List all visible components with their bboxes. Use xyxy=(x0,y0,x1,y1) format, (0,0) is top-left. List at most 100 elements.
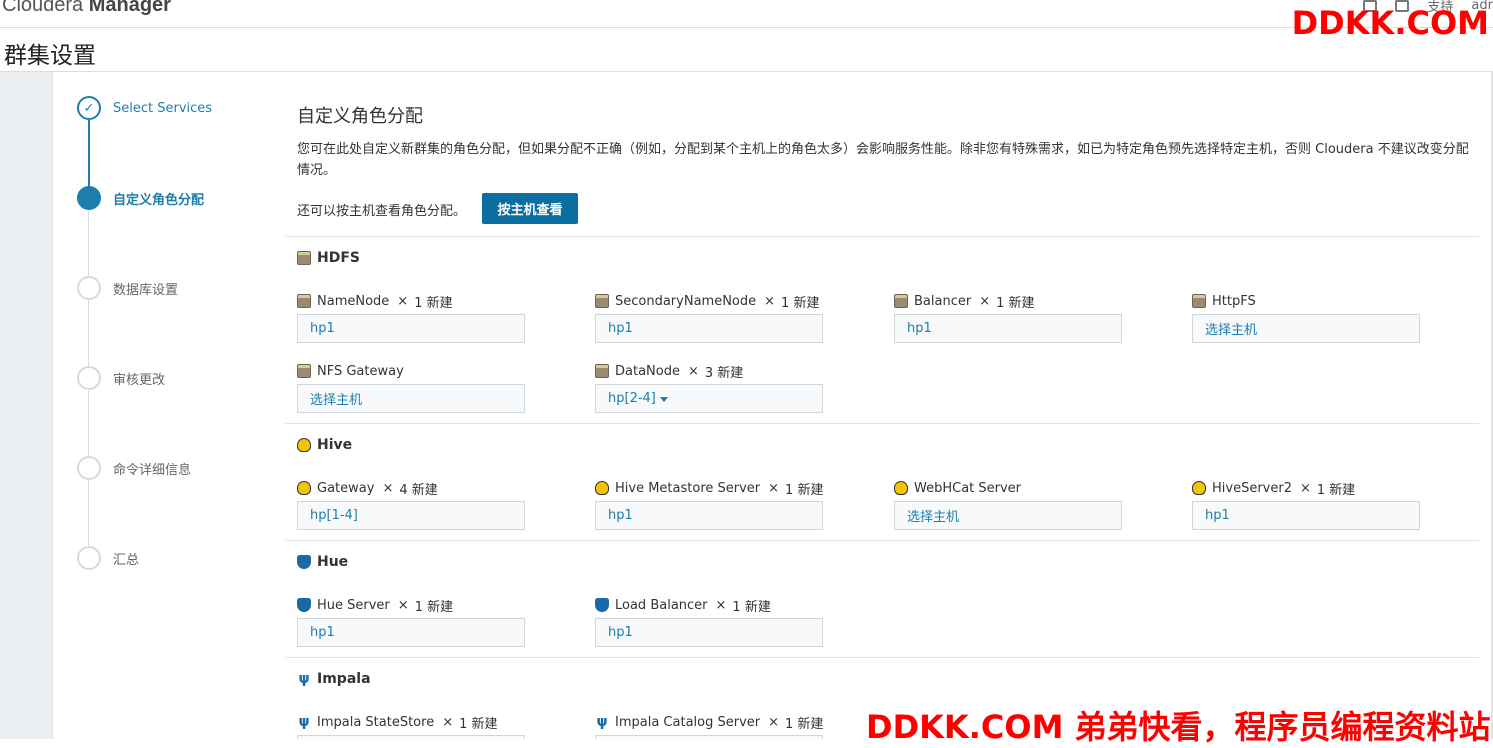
pending-step-icon xyxy=(77,276,101,300)
host-value: 选择主机 xyxy=(310,393,363,408)
hdfs-icon xyxy=(595,364,609,378)
app-brand[interactable]: Cloudera Manager xyxy=(2,0,171,17)
host-selector[interactable] xyxy=(595,735,823,739)
brand-light: Cloudera xyxy=(2,0,89,16)
service-header-impala: ψ Impala xyxy=(297,671,371,687)
host-value: hp[1-4] xyxy=(310,508,358,523)
role-count: 1 新建 xyxy=(785,716,824,732)
hdfs-icon xyxy=(297,294,311,308)
host-value: hp1 xyxy=(1205,508,1230,523)
role-name: DataNode xyxy=(615,363,680,379)
role-assignment-panel: 自定义角色分配 您可在此处自定义新群集的角色分配，但如果分配不正确（例如，分配到… xyxy=(273,72,1493,739)
hdfs-icon xyxy=(297,364,311,378)
role-count: 4 新建 xyxy=(399,482,438,498)
role-hue-server: Hue Server × 1 新建 hp1 xyxy=(297,596,525,647)
role-impala-statestore: ψ Impala StateStore × 1 新建 xyxy=(297,713,525,739)
host-selector[interactable]: hp1 xyxy=(894,314,1122,343)
role-name: Gateway xyxy=(317,480,375,496)
step-label: 审核更改 xyxy=(113,372,166,388)
role-count: 3 新建 xyxy=(704,365,744,381)
caret-down-icon xyxy=(659,397,668,402)
host-value: hp1 xyxy=(907,321,932,336)
hdfs-icon xyxy=(1192,294,1206,308)
role-balancer: Balancer × 1 新建 hp1 xyxy=(894,292,1122,343)
times-icon: × xyxy=(382,480,394,496)
section-divider xyxy=(285,236,1479,237)
times-icon: × xyxy=(1299,480,1311,496)
service-name: Impala xyxy=(317,671,371,687)
role-name: SecondaryNameNode xyxy=(615,293,757,309)
host-selector[interactable]: hp1 xyxy=(595,501,823,530)
role-impala-catalog: ψ Impala Catalog Server × 1 新建 xyxy=(595,713,823,739)
role-load-balancer: Load Balancer × 1 新建 hp1 xyxy=(595,596,823,647)
host-selector-dropdown[interactable]: hp[2-4] xyxy=(595,384,823,413)
top-nav-bar: Cloudera Manager 支持 adr xyxy=(0,0,1493,28)
role-name: HiveServer2 xyxy=(1212,480,1292,496)
host-value: 选择主机 xyxy=(907,510,960,525)
section-divider xyxy=(285,423,1479,424)
step-role-assignment[interactable]: 自定义角色分配 xyxy=(77,186,204,210)
pending-step-icon xyxy=(77,456,101,480)
role-hive-metastore: Hive Metastore Server × 1 新建 hp1 xyxy=(595,479,823,530)
check-icon: ✓ xyxy=(77,96,101,120)
role-name: HttpFS xyxy=(1212,293,1256,309)
pending-step-icon xyxy=(77,546,101,570)
role-name: Balancer xyxy=(914,293,972,309)
brand-bold: Manager xyxy=(88,0,171,16)
role-webhcat: WebHCat Server 选择主机 xyxy=(894,479,1122,530)
left-gutter xyxy=(0,72,53,739)
role-count: 1 新建 xyxy=(459,716,498,732)
step-label: 汇总 xyxy=(113,552,140,568)
step-review-changes: 审核更改 xyxy=(77,366,165,390)
hdfs-icon xyxy=(297,251,311,265)
step-label: 自定义角色分配 xyxy=(113,192,205,208)
times-icon: × xyxy=(442,714,454,730)
service-header-hive: Hive xyxy=(297,437,352,453)
hue-icon xyxy=(297,555,311,569)
step-summary: 汇总 xyxy=(77,546,139,570)
step-label: Select Services xyxy=(113,100,213,116)
view-by-host-text: 还可以按主机查看角色分配。 xyxy=(297,204,467,219)
role-name: NameNode xyxy=(317,293,390,309)
impala-icon: ψ xyxy=(298,671,310,687)
hive-icon xyxy=(297,438,311,452)
host-selector[interactable]: hp1 xyxy=(595,618,823,647)
host-selector[interactable] xyxy=(297,735,525,739)
host-selector[interactable]: hp1 xyxy=(595,314,823,343)
role-secondarynamenode: SecondaryNameNode × 1 新建 hp1 xyxy=(595,292,823,343)
host-value: hp[2-4] xyxy=(608,391,656,406)
host-selector[interactable]: 选择主机 xyxy=(297,384,525,413)
impala-icon: ψ xyxy=(298,714,310,730)
step-label: 数据库设置 xyxy=(113,282,179,298)
times-icon: × xyxy=(764,293,776,309)
step-select-services[interactable]: ✓ Select Services xyxy=(77,96,212,120)
host-selector[interactable]: 选择主机 xyxy=(1192,314,1420,343)
host-value: hp1 xyxy=(310,625,335,640)
hue-icon xyxy=(595,598,609,612)
service-name: Hue xyxy=(317,554,349,570)
role-count: 1 新建 xyxy=(785,482,824,498)
view-by-host-button[interactable]: 按主机查看 xyxy=(482,193,578,224)
watermark-bottom: DDKK.COM 弟弟快看，程序员编程资料站 xyxy=(866,708,1491,746)
hive-icon xyxy=(894,481,908,495)
times-icon: × xyxy=(397,293,409,309)
hive-icon xyxy=(1192,481,1206,495)
host-selector[interactable]: 选择主机 xyxy=(894,501,1122,530)
host-selector[interactable]: hp[1-4] xyxy=(297,501,525,530)
role-hiveserver2: HiveServer2 × 1 新建 hp1 xyxy=(1192,479,1420,530)
hdfs-icon xyxy=(595,294,609,308)
role-name: Hue Server xyxy=(317,597,390,613)
hive-icon xyxy=(297,481,311,495)
section-description: 您可在此处自定义新群集的角色分配，但如果分配不正确（例如，分配到某个主机上的角色… xyxy=(297,142,1469,178)
host-selector[interactable]: hp1 xyxy=(297,314,525,343)
host-selector[interactable]: hp1 xyxy=(1192,501,1420,530)
host-value: hp1 xyxy=(608,508,633,523)
host-value: hp1 xyxy=(608,321,633,336)
host-selector[interactable]: hp1 xyxy=(297,618,525,647)
role-nfs-gateway: NFS Gateway 选择主机 xyxy=(297,362,525,413)
role-name: Hive Metastore Server xyxy=(615,480,761,496)
role-count: 1 新建 xyxy=(414,295,453,311)
role-count: 1 新建 xyxy=(1316,482,1356,498)
role-name: Impala Catalog Server xyxy=(615,714,761,730)
times-icon: × xyxy=(768,714,780,730)
